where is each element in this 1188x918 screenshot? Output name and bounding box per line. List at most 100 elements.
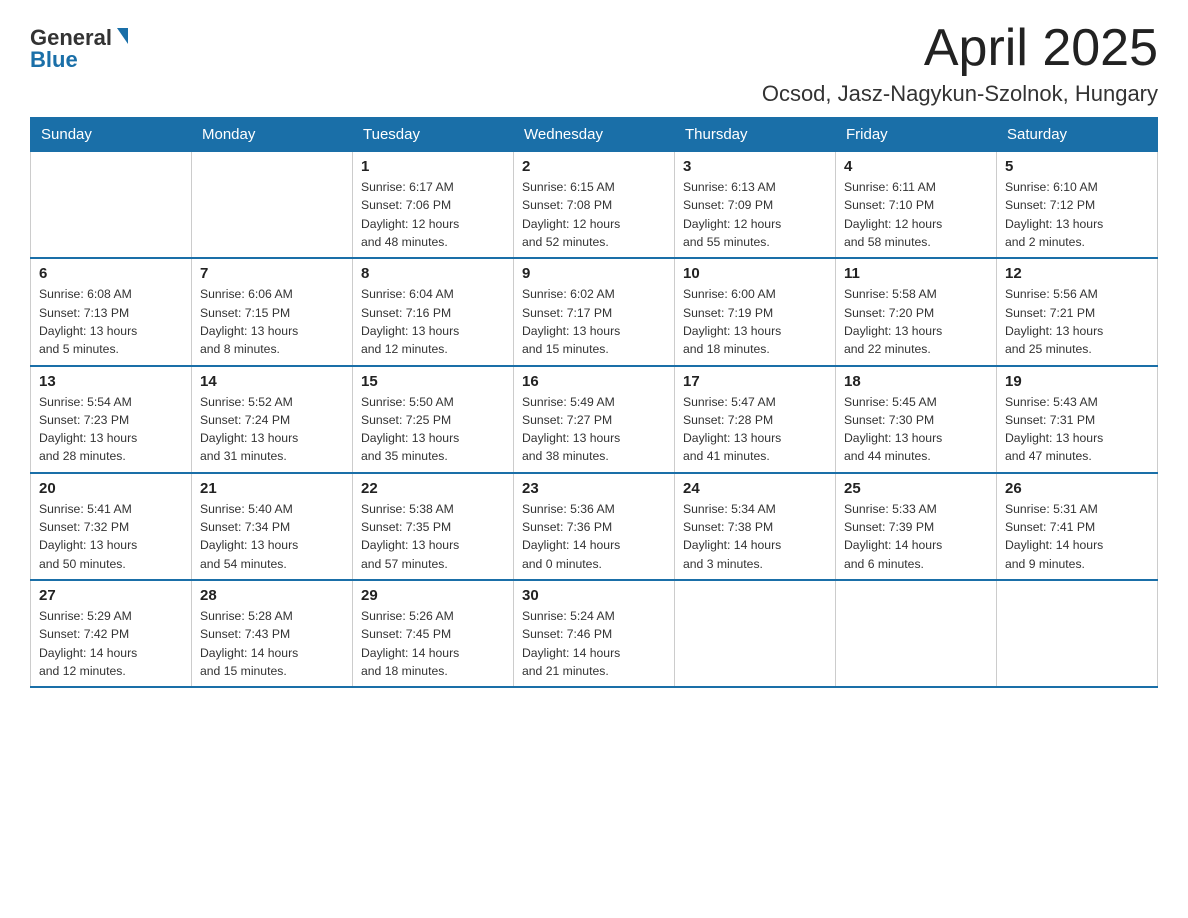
day-info: Sunrise: 6:11 AMSunset: 7:10 PMDaylight:… — [844, 178, 988, 251]
day-number: 10 — [683, 265, 827, 282]
calendar-cell: 23 Sunrise: 5:36 AMSunset: 7:36 PMDayligh… — [514, 473, 675, 580]
day-info: Sunrise: 6:02 AMSunset: 7:17 PMDaylight:… — [522, 285, 666, 358]
calendar-header-sunday: Sunday — [31, 118, 192, 152]
day-number: 25 — [844, 480, 988, 497]
day-number: 3 — [683, 158, 827, 175]
calendar-header-tuesday: Tuesday — [353, 118, 514, 152]
day-number: 7 — [200, 265, 344, 282]
calendar-header-monday: Monday — [192, 118, 353, 152]
calendar-cell: 27 Sunrise: 5:29 AMSunset: 7:42 PMDayligh… — [31, 580, 192, 687]
calendar-cell: 18 Sunrise: 5:45 AMSunset: 7:30 PMDayligh… — [836, 366, 997, 473]
calendar-cell: 30 Sunrise: 5:24 AMSunset: 7:46 PMDayligh… — [514, 580, 675, 687]
day-info: Sunrise: 5:45 AMSunset: 7:30 PMDaylight:… — [844, 393, 988, 466]
day-number: 8 — [361, 265, 505, 282]
day-info: Sunrise: 5:47 AMSunset: 7:28 PMDaylight:… — [683, 393, 827, 466]
calendar-header-thursday: Thursday — [675, 118, 836, 152]
day-info: Sunrise: 6:06 AMSunset: 7:15 PMDaylight:… — [200, 285, 344, 358]
day-number: 27 — [39, 587, 183, 604]
day-info: Sunrise: 5:58 AMSunset: 7:20 PMDaylight:… — [844, 285, 988, 358]
day-info: Sunrise: 5:24 AMSunset: 7:46 PMDaylight:… — [522, 607, 666, 680]
day-info: Sunrise: 5:41 AMSunset: 7:32 PMDaylight:… — [39, 500, 183, 573]
day-info: Sunrise: 6:17 AMSunset: 7:06 PMDaylight:… — [361, 178, 505, 251]
day-info: Sunrise: 5:36 AMSunset: 7:36 PMDaylight:… — [522, 500, 666, 573]
day-info: Sunrise: 5:26 AMSunset: 7:45 PMDaylight:… — [361, 607, 505, 680]
day-number: 17 — [683, 373, 827, 390]
day-info: Sunrise: 5:43 AMSunset: 7:31 PMDaylight:… — [1005, 393, 1149, 466]
day-number: 19 — [1005, 373, 1149, 390]
calendar-cell — [31, 152, 192, 259]
day-number: 1 — [361, 158, 505, 175]
calendar-cell: 20 Sunrise: 5:41 AMSunset: 7:32 PMDayligh… — [31, 473, 192, 580]
day-info: Sunrise: 5:52 AMSunset: 7:24 PMDaylight:… — [200, 393, 344, 466]
day-number: 6 — [39, 265, 183, 282]
day-info: Sunrise: 5:33 AMSunset: 7:39 PMDaylight:… — [844, 500, 988, 573]
calendar-cell — [192, 152, 353, 259]
day-number: 26 — [1005, 480, 1149, 497]
day-number: 13 — [39, 373, 183, 390]
calendar-cell: 14 Sunrise: 5:52 AMSunset: 7:24 PMDayligh… — [192, 366, 353, 473]
day-number: 18 — [844, 373, 988, 390]
calendar-header-friday: Friday — [836, 118, 997, 152]
day-info: Sunrise: 5:54 AMSunset: 7:23 PMDaylight:… — [39, 393, 183, 466]
day-info: Sunrise: 5:34 AMSunset: 7:38 PMDaylight:… — [683, 500, 827, 573]
page-header: General Blue April 2025 Ocsod, Jasz-Nagy… — [30, 20, 1158, 107]
calendar-cell: 1 Sunrise: 6:17 AMSunset: 7:06 PMDaylight… — [353, 152, 514, 259]
day-number: 5 — [1005, 158, 1149, 175]
logo: General Blue — [30, 20, 128, 73]
calendar-cell: 7 Sunrise: 6:06 AMSunset: 7:15 PMDaylight… — [192, 258, 353, 365]
day-number: 15 — [361, 373, 505, 390]
day-info: Sunrise: 5:29 AMSunset: 7:42 PMDaylight:… — [39, 607, 183, 680]
calendar-cell: 5 Sunrise: 6:10 AMSunset: 7:12 PMDaylight… — [997, 152, 1158, 259]
day-number: 21 — [200, 480, 344, 497]
day-info: Sunrise: 6:10 AMSunset: 7:12 PMDaylight:… — [1005, 178, 1149, 251]
day-info: Sunrise: 5:31 AMSunset: 7:41 PMDaylight:… — [1005, 500, 1149, 573]
day-number: 20 — [39, 480, 183, 497]
calendar-cell: 4 Sunrise: 6:11 AMSunset: 7:10 PMDaylight… — [836, 152, 997, 259]
day-info: Sunrise: 5:28 AMSunset: 7:43 PMDaylight:… — [200, 607, 344, 680]
day-number: 16 — [522, 373, 666, 390]
calendar-cell: 9 Sunrise: 6:02 AMSunset: 7:17 PMDaylight… — [514, 258, 675, 365]
calendar-cell: 22Sunrise: 5:38 AMSunset: 7:35 PMDayligh… — [353, 473, 514, 580]
day-info: Sunrise: 5:50 AMSunset: 7:25 PMDaylight:… — [361, 393, 505, 466]
month-title: April 2025 — [762, 20, 1158, 77]
calendar-cell — [675, 580, 836, 687]
calendar-cell: 16 Sunrise: 5:49 AMSunset: 7:27 PMDayligh… — [514, 366, 675, 473]
calendar-header-row: SundayMondayTuesdayWednesdayThursdayFrid… — [31, 118, 1158, 152]
logo-blue-text: Blue — [30, 47, 78, 73]
day-number: 4 — [844, 158, 988, 175]
day-info: Sunrise: 6:13 AMSunset: 7:09 PMDaylight:… — [683, 178, 827, 251]
logo-triangle-icon — [117, 28, 128, 44]
day-number: 30 — [522, 587, 666, 604]
calendar-cell: 6 Sunrise: 6:08 AMSunset: 7:13 PMDaylight… — [31, 258, 192, 365]
calendar-cell: 21 Sunrise: 5:40 AMSunset: 7:34 PMDayligh… — [192, 473, 353, 580]
day-number: 9 — [522, 265, 666, 282]
calendar-cell: 2 Sunrise: 6:15 AMSunset: 7:08 PMDaylight… — [514, 152, 675, 259]
calendar-cell: 10Sunrise: 6:00 AMSunset: 7:19 PMDayligh… — [675, 258, 836, 365]
calendar-header-wednesday: Wednesday — [514, 118, 675, 152]
week-row-1: 1 Sunrise: 6:17 AMSunset: 7:06 PMDaylight… — [31, 152, 1158, 259]
calendar-cell: 24 Sunrise: 5:34 AMSunset: 7:38 PMDayligh… — [675, 473, 836, 580]
location-subtitle: Ocsod, Jasz-Nagykun-Szolnok, Hungary — [762, 81, 1158, 107]
day-number: 24 — [683, 480, 827, 497]
calendar-table: SundayMondayTuesdayWednesdayThursdayFrid… — [30, 117, 1158, 688]
day-number: 23 — [522, 480, 666, 497]
day-number: 14 — [200, 373, 344, 390]
day-info: Sunrise: 5:49 AMSunset: 7:27 PMDaylight:… — [522, 393, 666, 466]
calendar-cell — [836, 580, 997, 687]
day-number: 29 — [361, 587, 505, 604]
calendar-cell: 3 Sunrise: 6:13 AMSunset: 7:09 PMDaylight… — [675, 152, 836, 259]
calendar-cell: 26 Sunrise: 5:31 AMSunset: 7:41 PMDayligh… — [997, 473, 1158, 580]
day-number: 11 — [844, 265, 988, 282]
calendar-cell: 25 Sunrise: 5:33 AMSunset: 7:39 PMDayligh… — [836, 473, 997, 580]
day-info: Sunrise: 5:56 AMSunset: 7:21 PMDaylight:… — [1005, 285, 1149, 358]
day-number: 28 — [200, 587, 344, 604]
day-info: Sunrise: 6:15 AMSunset: 7:08 PMDaylight:… — [522, 178, 666, 251]
day-info: Sunrise: 6:08 AMSunset: 7:13 PMDaylight:… — [39, 285, 183, 358]
calendar-cell: 13 Sunrise: 5:54 AMSunset: 7:23 PMDayligh… — [31, 366, 192, 473]
calendar-cell: 28 Sunrise: 5:28 AMSunset: 7:43 PMDayligh… — [192, 580, 353, 687]
day-info: Sunrise: 5:40 AMSunset: 7:34 PMDaylight:… — [200, 500, 344, 573]
title-block: April 2025 Ocsod, Jasz-Nagykun-Szolnok, … — [762, 20, 1158, 107]
week-row-3: 13 Sunrise: 5:54 AMSunset: 7:23 PMDayligh… — [31, 366, 1158, 473]
day-number: 12 — [1005, 265, 1149, 282]
day-number: 2 — [522, 158, 666, 175]
